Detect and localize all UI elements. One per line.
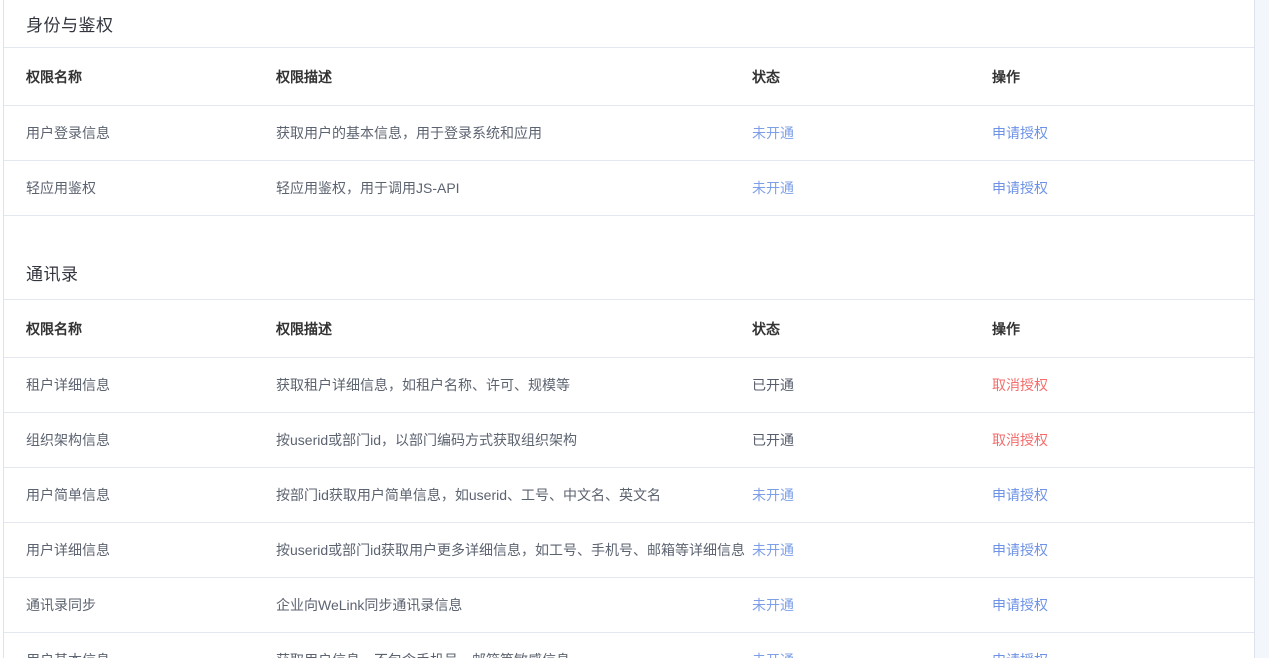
permission-desc-cell: 企业向WeLink同步通讯录信息 bbox=[276, 595, 752, 615]
permissions-page: 身份与鉴权 权限名称 权限描述 状态 操作 用户登录信息 获取用户的基本信息，用… bbox=[0, 0, 1269, 658]
status-text: 未开通 bbox=[752, 597, 794, 613]
permission-name-cell: 组织架构信息 bbox=[4, 430, 276, 450]
column-header-operation: 操作 bbox=[992, 319, 1254, 339]
section-title-row: 身份与鉴权 bbox=[4, 0, 1254, 48]
apply-auth-link[interactable]: 申请授权 bbox=[992, 597, 1048, 613]
apply-auth-link[interactable]: 申请授权 bbox=[992, 487, 1048, 503]
section-title-row: 通讯录 bbox=[4, 216, 1254, 300]
column-header-status: 状态 bbox=[752, 67, 992, 87]
cancel-auth-link[interactable]: 取消授权 bbox=[992, 377, 1048, 393]
apply-auth-link[interactable]: 申请授权 bbox=[992, 652, 1048, 658]
table-row: 通讯录同步 企业向WeLink同步通讯录信息 未开通 申请授权 bbox=[4, 578, 1254, 633]
table-row: 轻应用鉴权 轻应用鉴权，用于调用JS-API 未开通 申请授权 bbox=[4, 161, 1254, 216]
permission-name-cell: 轻应用鉴权 bbox=[4, 178, 276, 198]
table-header-row: 权限名称 权限描述 状态 操作 bbox=[4, 300, 1254, 358]
permission-name-cell: 用户简单信息 bbox=[4, 485, 276, 505]
table-row: 用户登录信息 获取用户的基本信息，用于登录系统和应用 未开通 申请授权 bbox=[4, 106, 1254, 161]
permission-desc-cell: 轻应用鉴权，用于调用JS-API bbox=[276, 178, 752, 198]
table-row: 用户详细信息 按userid或部门id获取用户更多详细信息，如工号、手机号、邮箱… bbox=[4, 523, 1254, 578]
column-header-status: 状态 bbox=[752, 319, 992, 339]
apply-auth-link[interactable]: 申请授权 bbox=[992, 125, 1048, 141]
table-row: 用户基本信息 获取用户信息，不包含手机号、邮箱等敏感信息 未开通 申请授权 bbox=[4, 633, 1254, 658]
status-text: 未开通 bbox=[752, 125, 794, 141]
status-text: 已开通 bbox=[752, 432, 794, 448]
column-header-permission-name: 权限名称 bbox=[4, 319, 276, 339]
status-text: 未开通 bbox=[752, 542, 794, 558]
permissions-panel: 身份与鉴权 权限名称 权限描述 状态 操作 用户登录信息 获取用户的基本信息，用… bbox=[3, 0, 1255, 658]
permission-section: 身份与鉴权 权限名称 权限描述 状态 操作 用户登录信息 获取用户的基本信息，用… bbox=[4, 0, 1254, 216]
permission-desc-cell: 按userid或部门id获取用户更多详细信息，如工号、手机号、邮箱等详细信息 bbox=[276, 540, 752, 560]
permission-desc-cell: 获取用户的基本信息，用于登录系统和应用 bbox=[276, 123, 752, 143]
apply-auth-link[interactable]: 申请授权 bbox=[992, 180, 1048, 196]
permission-desc-cell: 按userid或部门id，以部门编码方式获取组织架构 bbox=[276, 430, 752, 450]
table-header-row: 权限名称 权限描述 状态 操作 bbox=[4, 48, 1254, 106]
permission-name-cell: 用户基本信息 bbox=[4, 650, 276, 658]
column-header-permission-name: 权限名称 bbox=[4, 67, 276, 87]
permission-name-cell: 用户详细信息 bbox=[4, 540, 276, 560]
cancel-auth-link[interactable]: 取消授权 bbox=[992, 432, 1048, 448]
table-row: 用户简单信息 按部门id获取用户简单信息，如userid、工号、中文名、英文名 … bbox=[4, 468, 1254, 523]
section-rows: 租户详细信息 获取租户详细信息，如租户名称、许可、规模等 已开通 取消授权 组织… bbox=[4, 358, 1254, 658]
permission-name-cell: 用户登录信息 bbox=[4, 123, 276, 143]
status-text: 已开通 bbox=[752, 377, 794, 393]
status-text: 未开通 bbox=[752, 487, 794, 503]
section-rows: 用户登录信息 获取用户的基本信息，用于登录系统和应用 未开通 申请授权 轻应用鉴… bbox=[4, 106, 1254, 216]
permission-section: 通讯录 权限名称 权限描述 状态 操作 租户详细信息 获取租户详细信息，如租户名… bbox=[4, 216, 1254, 658]
permission-desc-cell: 按部门id获取用户简单信息，如userid、工号、中文名、英文名 bbox=[276, 485, 752, 505]
section-title: 通讯录 bbox=[26, 260, 79, 285]
permission-desc-cell: 获取用户信息，不包含手机号、邮箱等敏感信息 bbox=[276, 650, 752, 658]
section-title: 身份与鉴权 bbox=[26, 11, 114, 36]
column-header-permission-description: 权限描述 bbox=[276, 319, 752, 339]
permission-name-cell: 通讯录同步 bbox=[4, 595, 276, 615]
table-row: 租户详细信息 获取租户详细信息，如租户名称、许可、规模等 已开通 取消授权 bbox=[4, 358, 1254, 413]
apply-auth-link[interactable]: 申请授权 bbox=[992, 542, 1048, 558]
column-header-permission-description: 权限描述 bbox=[276, 67, 752, 87]
status-text: 未开通 bbox=[752, 652, 794, 658]
scrollbar-track[interactable] bbox=[1255, 0, 1269, 658]
column-header-operation: 操作 bbox=[992, 67, 1254, 87]
table-row: 组织架构信息 按userid或部门id，以部门编码方式获取组织架构 已开通 取消… bbox=[4, 413, 1254, 468]
permission-name-cell: 租户详细信息 bbox=[4, 375, 276, 395]
permission-desc-cell: 获取租户详细信息，如租户名称、许可、规模等 bbox=[276, 375, 752, 395]
status-text: 未开通 bbox=[752, 180, 794, 196]
